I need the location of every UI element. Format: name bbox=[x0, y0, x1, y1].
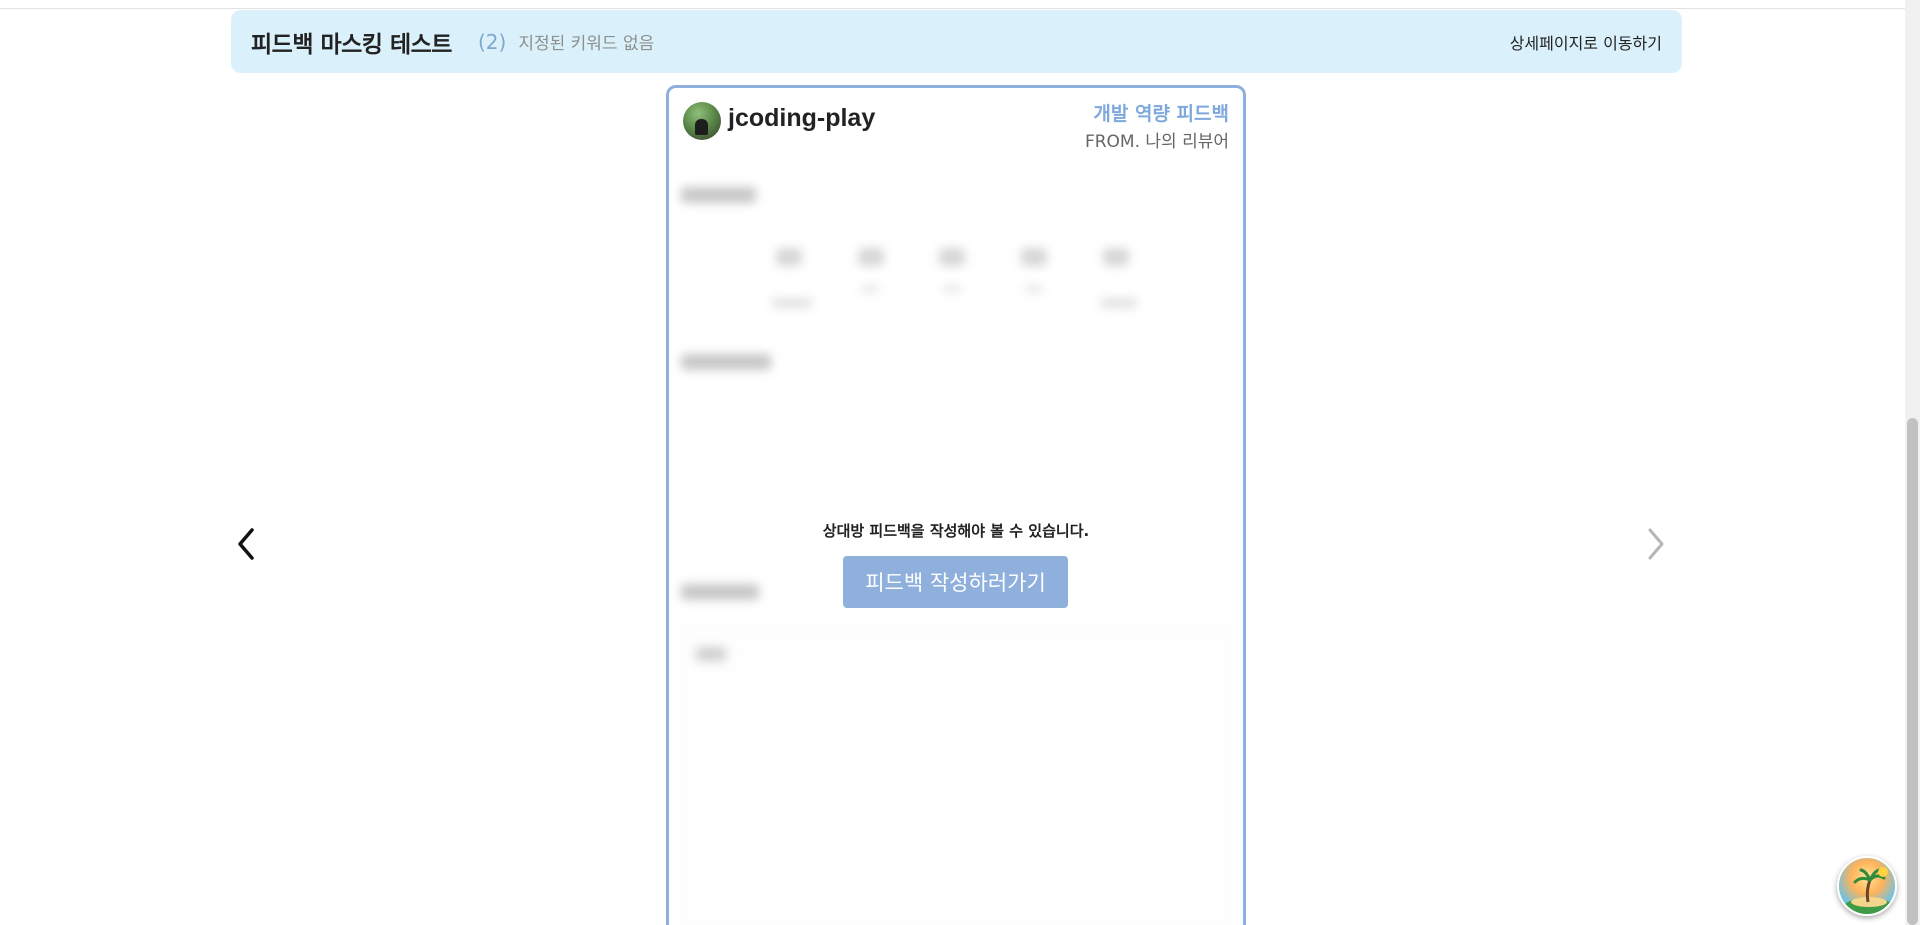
masked-rating-option bbox=[776, 248, 802, 266]
keyword-status: 지정된 키워드 없음 bbox=[518, 34, 655, 54]
chevron-right-icon[interactable] bbox=[1640, 524, 1670, 564]
username: jcoding-play bbox=[728, 104, 876, 132]
write-feedback-button[interactable]: 피드백 작성하러가기 bbox=[843, 556, 1068, 608]
feedback-header-bar: 피드백 마스킹 테스트 (2) 지정된 키워드 없음 상세페이지로 이동하기 bbox=[231, 10, 1682, 73]
masked-rating-option bbox=[1103, 248, 1129, 266]
masked-text-line bbox=[696, 647, 726, 661]
top-divider bbox=[0, 8, 1905, 9]
chevron-left-icon[interactable] bbox=[232, 524, 262, 564]
palm-tree-icon bbox=[1843, 867, 1895, 914]
feedback-type: 개발 역량 피드백 bbox=[1093, 103, 1229, 125]
masked-rating-caption bbox=[1101, 298, 1137, 308]
masked-rating-option bbox=[858, 248, 884, 266]
masked-rating-option bbox=[1021, 248, 1047, 266]
avatar bbox=[683, 102, 721, 140]
masked-section-label bbox=[681, 354, 771, 370]
header-title: 피드백 마스킹 테스트 bbox=[251, 31, 452, 58]
masked-section-label bbox=[681, 584, 759, 600]
masked-rating-caption bbox=[861, 286, 879, 292]
masked-rating-caption bbox=[943, 286, 961, 292]
scrollbar-thumb[interactable] bbox=[1907, 418, 1918, 925]
island-badge-icon[interactable] bbox=[1837, 856, 1897, 916]
detail-page-link[interactable]: 상세페이지로 이동하기 bbox=[1510, 30, 1662, 54]
feedback-from: FROM. 나의 리뷰어 bbox=[1084, 132, 1229, 152]
feedback-card: jcoding-play 개발 역량 피드백 FROM. 나의 리뷰어 상대방 … bbox=[666, 85, 1246, 925]
masked-text-box bbox=[679, 628, 1231, 925]
masked-rating-option bbox=[939, 248, 965, 266]
masked-section-label bbox=[681, 187, 756, 203]
feedback-count: (2) bbox=[477, 29, 507, 54]
masked-rating-caption bbox=[772, 298, 812, 308]
card-header: jcoding-play 개발 역량 피드백 FROM. 나의 리뷰어 bbox=[683, 102, 1229, 152]
masked-rating-caption bbox=[1025, 286, 1043, 292]
lock-message: 상대방 피드백을 작성해야 볼 수 있습니다. bbox=[822, 522, 1090, 540]
